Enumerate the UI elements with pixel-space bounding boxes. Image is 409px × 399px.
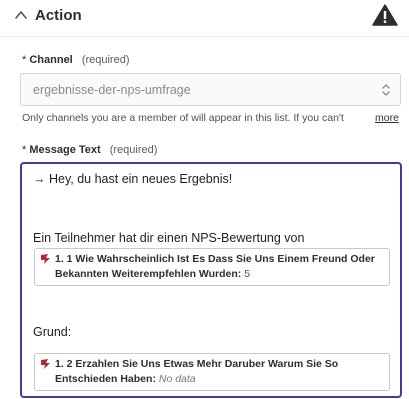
required-star: * — [22, 54, 27, 66]
warning-triangle-icon — [372, 4, 398, 26]
app-logo-icon — [41, 254, 50, 264]
channel-select[interactable]: ergebnisse-der-nps-umfrage — [20, 73, 401, 106]
message-text-editor[interactable]: → Hey, du hast ein neues Ergebnis! Ein T… — [20, 162, 402, 398]
pill-label-line1: 1. 1 Wie Wahrscheinlich Ist Es Dass Sie … — [55, 253, 375, 265]
channel-label: * Channel (required) — [22, 54, 130, 66]
channel-select-value: ergebnisse-der-nps-umfrage — [33, 83, 191, 97]
app-logo-icon — [41, 359, 50, 369]
header-divider — [0, 36, 409, 37]
channel-required-text: (required) — [81, 54, 130, 66]
pill-label-line2: Bekannten Weiterempfehlen Wurden: — [55, 268, 242, 280]
chevron-up-icon[interactable] — [14, 8, 28, 22]
pill-value: 5 — [244, 268, 251, 280]
channel-hint: Only channels you are a member of will a… — [22, 112, 344, 124]
message-line-intro: Ein Teilnehmer hat dir einen NPS-Bewertu… — [33, 231, 305, 245]
pill-label-line1: 1. 2 Erzahlen Sie Uns Etwas Mehr Daruber… — [55, 358, 339, 370]
section-title: Action — [35, 7, 82, 24]
field-pill-nps-score[interactable]: 1. 1 Wie Wahrscheinlich Ist Es Dass Sie … — [34, 248, 390, 286]
required-star: * — [22, 144, 27, 156]
message-required-text: (required) — [109, 144, 158, 156]
channel-label-text: Channel — [29, 54, 73, 66]
pill-label-line2: Entschieden Haben: — [55, 373, 156, 385]
up-down-chevron-icon — [382, 84, 390, 96]
more-link[interactable]: more — [375, 112, 399, 124]
message-text-label: * Message Text (required) — [22, 144, 157, 156]
action-section-header[interactable]: Action — [0, 0, 409, 34]
message-label-text: Message Text — [29, 144, 101, 156]
pill-value: No data — [158, 373, 196, 385]
field-pill-reason[interactable]: 1. 2 Erzahlen Sie Uns Etwas Mehr Daruber… — [34, 353, 390, 391]
message-line-greeting: → Hey, du hast ein neues Ergebnis! — [33, 172, 233, 186]
message-line-reason: Grund: — [33, 325, 72, 339]
